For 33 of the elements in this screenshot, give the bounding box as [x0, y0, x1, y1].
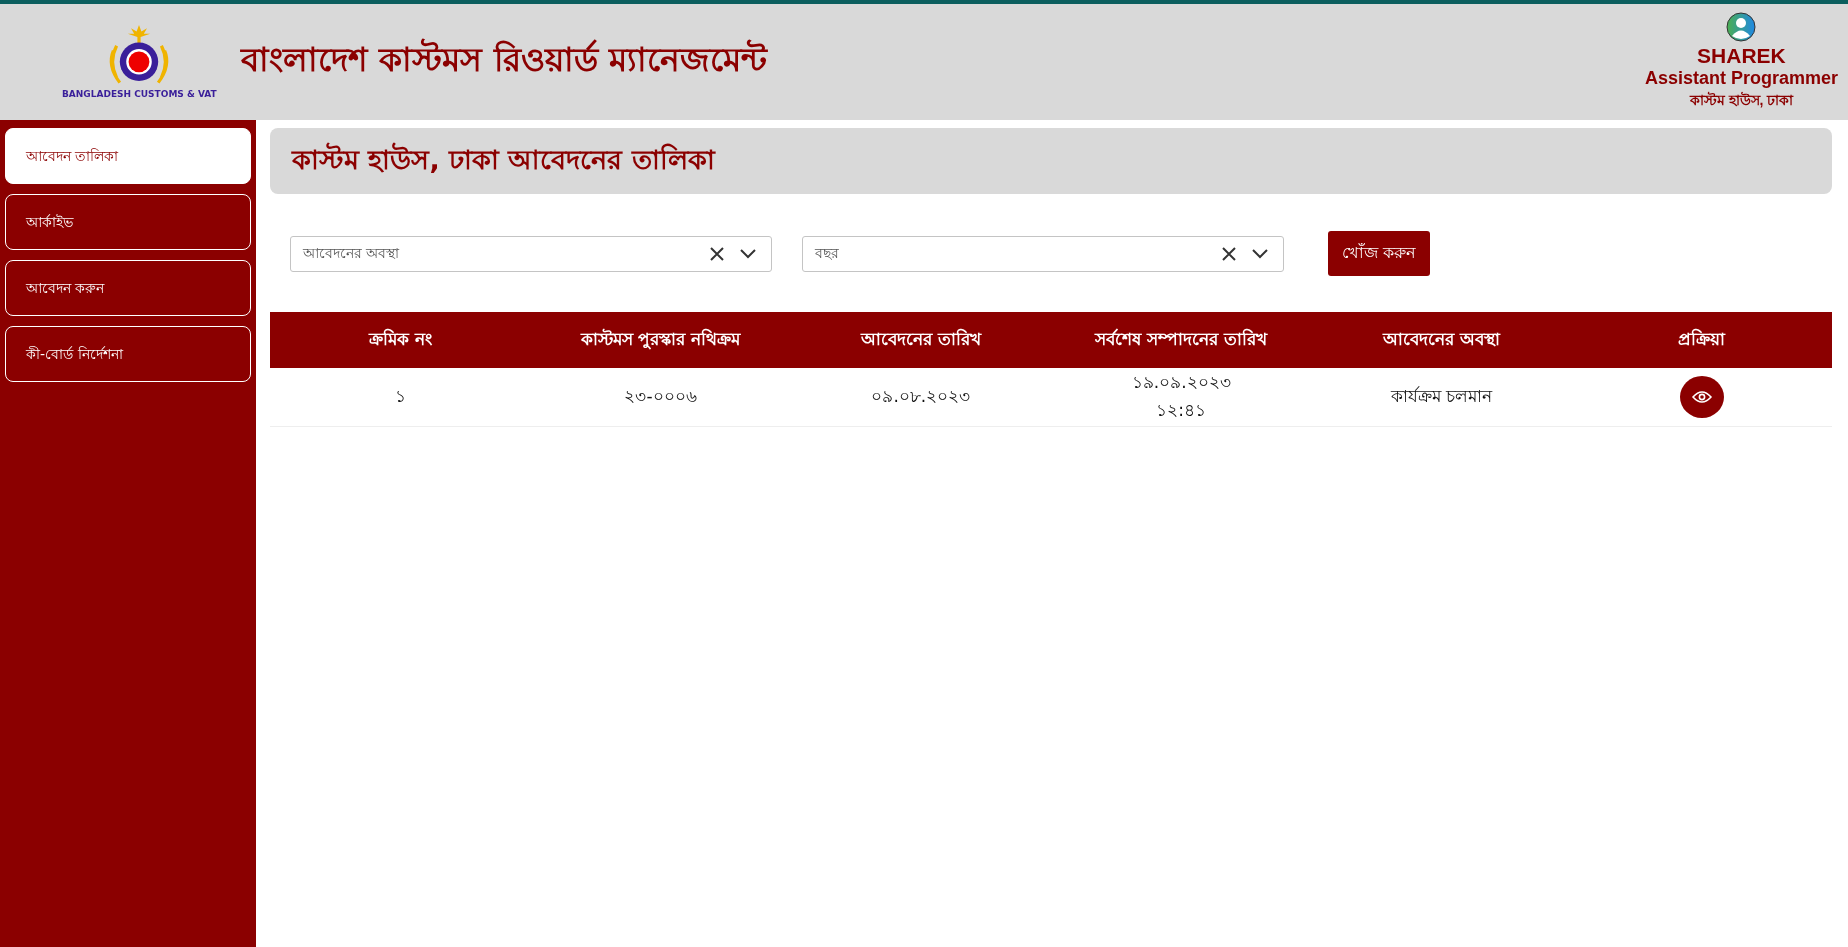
clear-icon[interactable] [1221, 245, 1237, 262]
table-cell: ১ [394, 386, 406, 406]
table-cell: কার্যক্রম চলমান [1390, 386, 1493, 406]
column-header: কাস্টমস পুরস্কার নথিক্রম [530, 312, 791, 368]
clear-icon[interactable] [709, 245, 725, 262]
column-header: প্রক্রিয়া [1571, 312, 1832, 368]
table-cell: ০৯.০৮.২০২৩ [871, 386, 971, 406]
emblem-caption: BANGLADESH CUSTOMS & VAT [62, 89, 217, 99]
user-avatar-icon [1726, 11, 1757, 42]
filter-select[interactable]: আবেদনের অবস্থা [290, 235, 772, 272]
sidebar-item[interactable]: আবেদন তালিকা [5, 128, 251, 184]
chevron-down-icon[interactable] [1251, 247, 1269, 260]
table-cell: ১৯.০৯.২০২৩ ১২:৪১ [1131, 372, 1231, 420]
user-name: SHAREK [1697, 43, 1786, 68]
column-header: সর্বশেষ সম্পাদনের তারিখ [1051, 312, 1312, 368]
column-header: আবেদনের তারিখ [790, 312, 1051, 368]
sidebar-item[interactable]: আবেদন করুন [5, 260, 251, 316]
column-header: ক্রমিক নং [270, 312, 531, 368]
chevron-down-icon[interactable] [739, 247, 757, 260]
sidebar-item[interactable]: আর্কাইভ [5, 194, 251, 250]
sidebar-item[interactable]: কী-বোর্ড নির্দেশনা [5, 326, 251, 382]
user-office: কাস্টম হাউস, ঢাকা [1689, 90, 1794, 110]
page-title: কাস্টম হাউস, ঢাকা আবেদনের তালিকা [292, 141, 715, 177]
select-placeholder: আবেদনের অবস্থা [303, 243, 401, 263]
view-button[interactable] [1679, 376, 1724, 418]
eye-icon [1691, 390, 1712, 404]
user-role: Assistant Programmer [1644, 67, 1838, 89]
app-title: বাংলাদেশ কাস্টমস রিওয়ার্ড ম্যানেজমেন্ট [240, 37, 768, 81]
select-placeholder: বছর [815, 243, 840, 263]
filter-select[interactable]: বছর [802, 235, 1284, 272]
column-header: আবেদনের অবস্থা [1311, 312, 1572, 368]
search-button[interactable]: খোঁজ করুন [1328, 231, 1431, 276]
table-cell: ২৩-০০০৬ [624, 386, 697, 406]
